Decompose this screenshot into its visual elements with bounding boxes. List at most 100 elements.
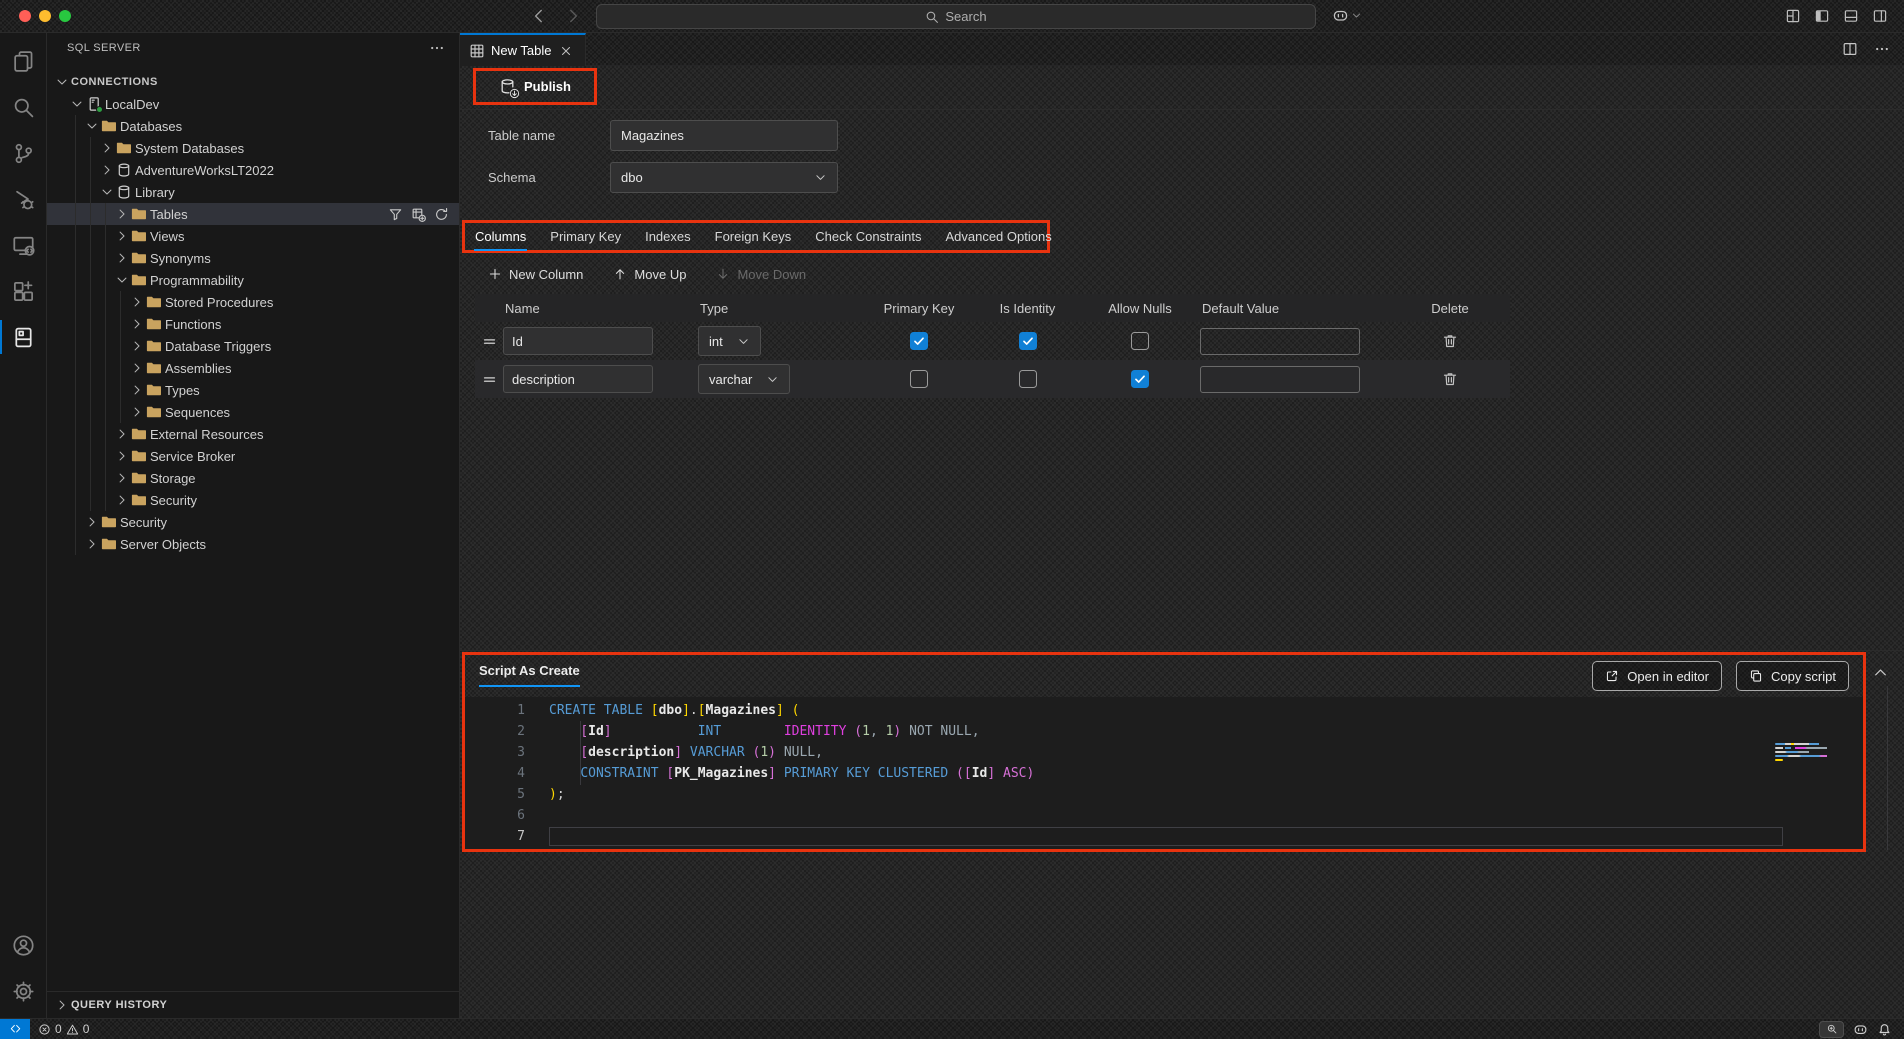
activity-item-run-and-debug[interactable] [0, 176, 46, 222]
chevron-right-icon[interactable] [83, 514, 101, 530]
drag-handle-icon[interactable] [482, 334, 497, 349]
chevron-right-icon[interactable] [128, 316, 146, 332]
chevron-right-icon[interactable] [113, 448, 131, 464]
chevron-down-icon[interactable] [113, 272, 131, 288]
chevron-right-icon[interactable] [113, 228, 131, 244]
chevron-right-icon[interactable] [113, 426, 131, 442]
chevron-right-icon[interactable] [98, 140, 116, 156]
column-type-select[interactable]: int [698, 326, 761, 356]
tree-item-tables[interactable]: Tables [47, 203, 459, 225]
zoom-indicator[interactable] [1819, 1021, 1844, 1038]
filter-icon[interactable] [388, 207, 403, 222]
new-table-icon[interactable] [411, 207, 426, 222]
customize-layout-icon[interactable] [1785, 8, 1801, 24]
open-in-editor-button[interactable]: Open in editor [1592, 661, 1722, 691]
chevron-down-icon[interactable] [83, 118, 101, 134]
designer-tab-primary-key[interactable]: Primary Key [550, 221, 621, 252]
activity-item-settings[interactable] [0, 968, 46, 1014]
designer-tab-advanced-options[interactable]: Advanced Options [945, 221, 1051, 252]
chevron-right-icon[interactable] [128, 294, 146, 310]
tree-item-connections[interactable]: CONNECTIONS [47, 71, 459, 93]
tree-item-synonyms[interactable]: Synonyms [47, 247, 459, 269]
tree-item-storage[interactable]: Storage [47, 467, 459, 489]
copilot-icon[interactable] [1853, 1022, 1868, 1037]
activity-item-sql-server[interactable] [0, 314, 46, 360]
refresh-icon[interactable] [434, 207, 449, 222]
tree-item-database-triggers[interactable]: Database Triggers [47, 335, 459, 357]
more-actions-icon[interactable] [1874, 41, 1890, 57]
designer-tab-columns[interactable]: Columns [475, 221, 526, 252]
is-identity-checkbox[interactable] [1019, 370, 1037, 388]
activity-item-source-control[interactable] [0, 130, 46, 176]
activity-item-account[interactable] [0, 922, 46, 968]
chevron-right-icon[interactable] [113, 470, 131, 486]
column-type-select[interactable]: varchar [698, 364, 790, 394]
allow-nulls-checkbox[interactable] [1131, 370, 1149, 388]
tree-item-localdev[interactable]: LocalDev [47, 93, 459, 115]
forward-icon[interactable] [564, 7, 582, 25]
activity-item-extensions[interactable] [0, 268, 46, 314]
primary-key-checkbox[interactable] [910, 370, 928, 388]
tree-item-security[interactable]: Security [47, 511, 459, 533]
command-center-search[interactable]: Search [596, 4, 1316, 29]
chevron-right-icon[interactable] [98, 162, 116, 178]
delete-trash-icon[interactable] [1442, 371, 1458, 387]
copilot-menu[interactable] [1332, 7, 1362, 24]
tree-item-programmability[interactable]: Programmability [47, 269, 459, 291]
default-value-input[interactable] [1200, 328, 1360, 355]
tree-item-security[interactable]: Security [47, 489, 459, 511]
chevron-right-icon[interactable] [113, 206, 131, 222]
tree-item-external-resources[interactable]: External Resources [47, 423, 459, 445]
schema-select[interactable]: dbo [610, 162, 838, 193]
is-identity-checkbox[interactable] [1019, 332, 1037, 350]
chevron-right-icon[interactable] [128, 338, 146, 354]
column-name-input[interactable] [503, 365, 653, 393]
chevron-right-icon[interactable] [113, 492, 131, 508]
chevron-down-icon[interactable] [98, 184, 116, 200]
more-actions-icon[interactable] [429, 40, 445, 56]
chevron-right-icon[interactable] [128, 360, 146, 376]
primary-key-checkbox[interactable] [910, 332, 928, 350]
allow-nulls-checkbox[interactable] [1131, 332, 1149, 350]
default-value-input[interactable] [1200, 366, 1360, 393]
chevron-down-icon[interactable] [68, 96, 86, 112]
activity-item-explorer[interactable] [0, 38, 46, 84]
problems-indicator[interactable]: 0 0 [30, 1022, 89, 1036]
new-column-button[interactable]: New Column [488, 267, 583, 282]
tree-item-library[interactable]: Library [47, 181, 459, 203]
chevron-right-icon[interactable] [128, 382, 146, 398]
close-window-button[interactable] [19, 10, 31, 22]
tree-item-system-databases[interactable]: System Databases [47, 137, 459, 159]
panel-right-icon[interactable] [1872, 8, 1888, 24]
drag-handle-icon[interactable] [482, 372, 497, 387]
tab-new-table[interactable]: New Table [460, 33, 586, 66]
chevron-right-icon[interactable] [113, 250, 131, 266]
chevron-right-icon[interactable] [128, 404, 146, 420]
chevron-down-icon[interactable] [53, 74, 71, 90]
table-name-input[interactable] [610, 120, 838, 151]
designer-tab-foreign-keys[interactable]: Foreign Keys [715, 221, 792, 252]
notifications-bell-icon[interactable] [1877, 1022, 1892, 1037]
query-history-section[interactable]: QUERY HISTORY [47, 991, 459, 1018]
tree-item-functions[interactable]: Functions [47, 313, 459, 335]
tree-item-service-broker[interactable]: Service Broker [47, 445, 459, 467]
chevron-right-icon[interactable] [83, 536, 101, 552]
tree-item-assemblies[interactable]: Assemblies [47, 357, 459, 379]
move-down-button[interactable]: Move Down [716, 267, 806, 282]
designer-tab-indexes[interactable]: Indexes [645, 221, 691, 252]
copy-script-button[interactable]: Copy script [1736, 661, 1849, 691]
minimize-window-button[interactable] [39, 10, 51, 22]
activity-item-remote-explorer[interactable] [0, 222, 46, 268]
close-icon[interactable] [559, 44, 573, 58]
publish-button[interactable]: Publish [493, 74, 577, 99]
tree-item-stored-procedures[interactable]: Stored Procedures [47, 291, 459, 313]
tree-item-adventureworkslt2022[interactable]: AdventureWorksLT2022 [47, 159, 459, 181]
tree-item-types[interactable]: Types [47, 379, 459, 401]
delete-trash-icon[interactable] [1442, 333, 1458, 349]
remote-indicator[interactable] [0, 1019, 30, 1039]
tree-item-server-objects[interactable]: Server Objects [47, 533, 459, 555]
column-name-input[interactable] [503, 327, 653, 355]
maximize-window-button[interactable] [59, 10, 71, 22]
back-icon[interactable] [530, 7, 548, 25]
panel-left-icon[interactable] [1814, 8, 1830, 24]
